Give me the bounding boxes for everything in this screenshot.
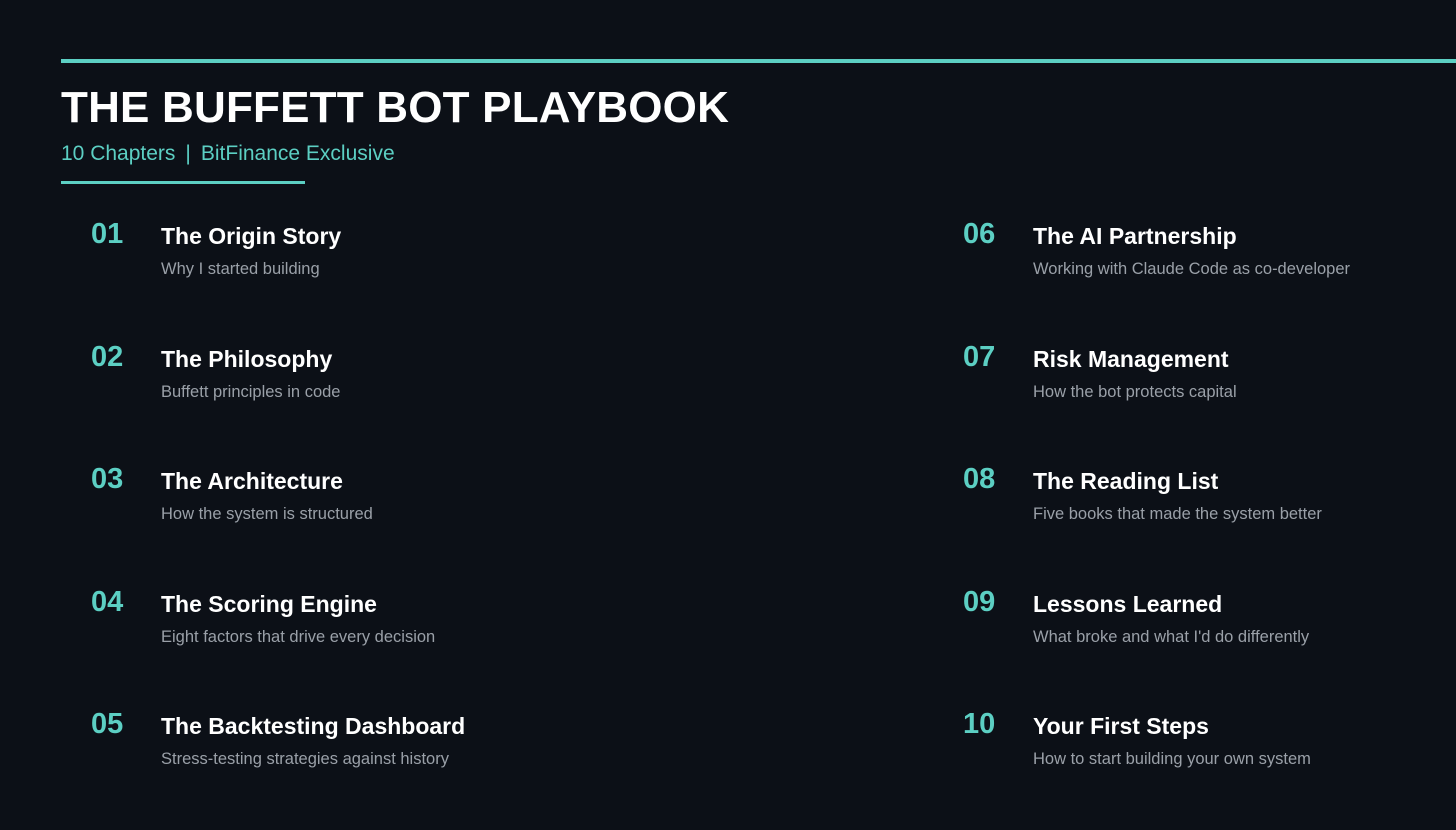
- chapter-title: The Reading List: [1033, 468, 1219, 494]
- chapter-item: 01 The Origin Story Why I started buildi…: [91, 217, 871, 340]
- chapter-list-left: 01 The Origin Story Why I started buildi…: [91, 217, 871, 830]
- chapter-title: The Philosophy: [161, 345, 333, 372]
- chapter-title: The Architecture: [161, 468, 343, 494]
- chapter-description: How the bot protects capital: [1033, 382, 1237, 401]
- chapter-description: Why I started building: [161, 260, 320, 278]
- subtitle-separator: |: [185, 142, 191, 165]
- chapter-description: Five books that made the system better: [1033, 505, 1322, 523]
- chapter-number: 09: [963, 585, 996, 618]
- page-subtitle: 10 Chapters | BitFinance Exclusive: [61, 141, 395, 167]
- chapter-description: What broke and what I'd do differently: [1033, 627, 1310, 646]
- chapter-title: Risk Management: [1033, 345, 1229, 372]
- chapter-title: The Origin Story: [161, 223, 342, 249]
- chapter-number: 02: [91, 340, 124, 373]
- chapter-number: 03: [91, 463, 124, 495]
- chapter-number: 07: [963, 340, 996, 373]
- chapter-title: The Backtesting Dashboard: [161, 713, 466, 739]
- chapter-number: 04: [91, 585, 124, 618]
- chapter-item: 02 The Philosophy Buffett principles in …: [91, 340, 871, 463]
- chapter-number: 08: [963, 463, 996, 495]
- chapter-number: 10: [963, 708, 996, 740]
- chapter-description: Stress-testing strategies against histor…: [161, 750, 449, 768]
- page-title: THE BUFFETT BOT PLAYBOOK: [61, 83, 730, 132]
- chapter-number: 06: [963, 218, 996, 250]
- chapter-item: 09 Lessons Learned What broke and what I…: [963, 585, 1443, 708]
- chapter-item: 04 The Scoring Engine Eight factors that…: [91, 585, 871, 708]
- chapter-title: The AI Partnership: [1033, 223, 1237, 249]
- chapter-item: 05 The Backtesting Dashboard Stress-test…: [91, 707, 871, 830]
- chapter-title: The Scoring Engine: [161, 590, 377, 617]
- title-underline-rule: [61, 181, 305, 184]
- chapter-number: 01: [91, 218, 124, 250]
- exclusive-label: BitFinance Exclusive: [200, 142, 395, 165]
- chapter-description: How the system is structured: [161, 505, 373, 523]
- chapter-item: 10 Your First Steps How to start buildin…: [963, 707, 1443, 830]
- chapter-number: 05: [91, 708, 124, 740]
- chapter-title: Your First Steps: [1033, 713, 1209, 739]
- chapter-item: 03 The Architecture How the system is st…: [91, 462, 871, 585]
- chapter-description: How to start building your own system: [1033, 750, 1311, 768]
- chapter-description: Buffett principles in code: [161, 382, 341, 401]
- chapter-description: Working with Claude Code as co-developer: [1033, 260, 1351, 278]
- chapter-item: 06 The AI Partnership Working with Claud…: [963, 217, 1443, 340]
- chapter-title: Lessons Learned: [1033, 590, 1223, 617]
- chapter-description: Eight factors that drive every decision: [161, 627, 436, 646]
- chapter-count: 10 Chapters: [61, 142, 176, 165]
- top-accent-rule: [61, 59, 1456, 63]
- chapter-list-right: 06 The AI Partnership Working with Claud…: [963, 217, 1443, 830]
- chapter-item: 07 Risk Management How the bot protects …: [963, 340, 1443, 463]
- chapter-item: 08 The Reading List Five books that made…: [963, 462, 1443, 585]
